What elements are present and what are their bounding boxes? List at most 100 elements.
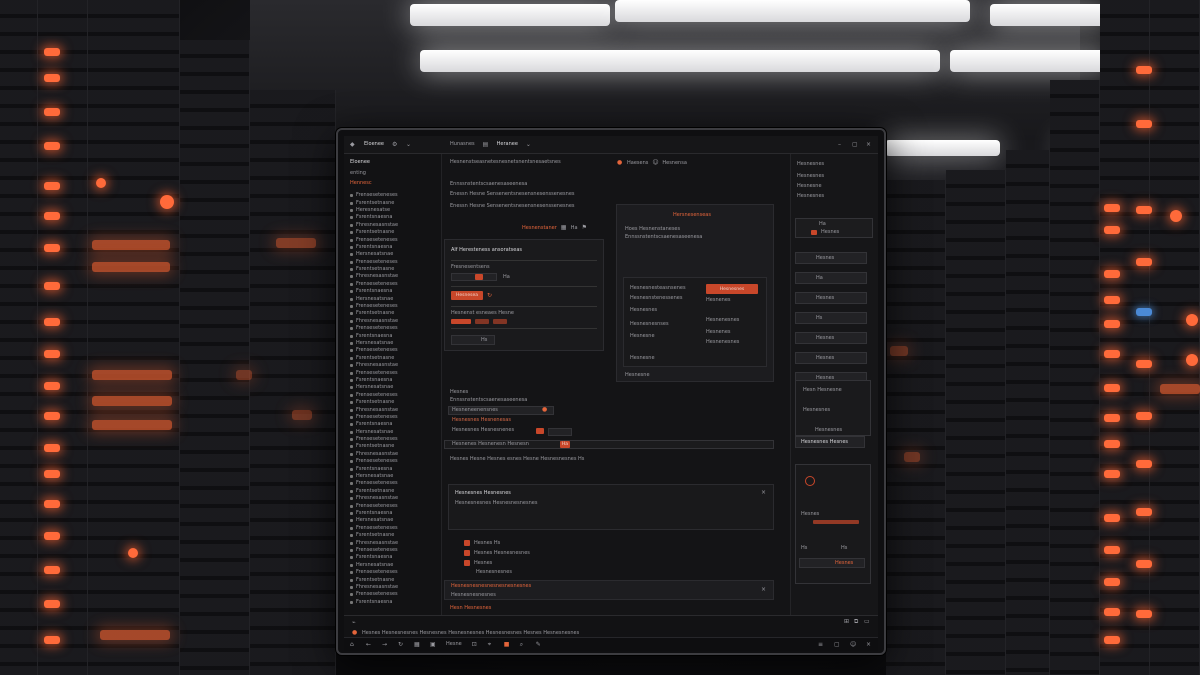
sidebar-item[interactable]: Frenseseteneses [350, 392, 435, 399]
footer-link[interactable]: Hesn Hesnesnes [450, 606, 491, 611]
sidebar-item[interactable]: Fsrentsnaesna [350, 332, 435, 339]
sidebar-item[interactable]: Hersnesatsnae [350, 562, 435, 569]
sidebar-section[interactable]: Hennesc [350, 181, 435, 186]
window-icon[interactable]: ▢ [834, 641, 840, 648]
right-item[interactable]: Hesnes [795, 252, 867, 264]
sidebar-item[interactable]: Fhresnesasnstae [350, 362, 435, 369]
sidebar-item[interactable]: Fsrentsnaesna [350, 214, 435, 221]
forward-icon[interactable]: → [382, 641, 388, 648]
sidebar-item[interactable]: Hersnesatsnae [350, 251, 435, 258]
sidebar-item[interactable]: Fsrentsetnasne [350, 229, 435, 236]
sidebar-item[interactable]: Fsrentsetnasne [350, 266, 435, 273]
sidebar-item[interactable]: Frenseseteneses [350, 236, 435, 243]
terminal-icon[interactable]: ⌁ [352, 620, 358, 626]
detail-cta-button[interactable]: Hesnesnes [706, 284, 758, 294]
sidebar-item[interactable]: Hersnesatsnae [350, 429, 435, 436]
sidebar-item[interactable]: Heresnesatse [350, 207, 435, 214]
grid-icon[interactable]: ▦ [414, 641, 420, 648]
list-action-button[interactable] [536, 428, 544, 434]
tag[interactable] [493, 319, 507, 324]
header-action[interactable]: Haesens [627, 160, 648, 166]
sidebar-item[interactable]: Fhresnesasnstae [350, 273, 435, 280]
sidebar-item[interactable]: Frenseseteneses [350, 414, 435, 421]
field-toggle[interactable] [475, 274, 483, 280]
sidebar-item[interactable]: Fsrentsetnasne [350, 443, 435, 450]
right-item[interactable]: Ha [795, 272, 867, 284]
sidebar-item[interactable]: Frenseseteneses [350, 303, 435, 310]
menu-icon[interactable]: ≡ [818, 641, 824, 648]
sidebar-item[interactable]: Fhresnesasnstae [350, 539, 435, 546]
grid-icon[interactable]: ▦ [561, 225, 567, 231]
sidebar-item[interactable]: Fsrentsnaesna [350, 421, 435, 428]
refresh-icon[interactable]: ↻ [487, 293, 493, 299]
right-item[interactable]: Hesnes [795, 352, 867, 364]
user-icon[interactable]: ☺ [652, 160, 658, 166]
right-item[interactable]: Hesnes [795, 332, 867, 344]
tab-active[interactable]: Heranee [497, 142, 518, 147]
sidebar-item[interactable]: Fsrentsnaesna [350, 288, 435, 295]
chevron-down-icon[interactable]: ⌄ [406, 141, 412, 148]
sidebar-item[interactable]: Hersnesatsnae [350, 517, 435, 524]
sidebar-item[interactable]: Hersnesatsnae [350, 384, 435, 391]
sidebar-item[interactable]: Fhresnesasnstae [350, 451, 435, 458]
sidebar-item[interactable]: Frenseseteneses [350, 480, 435, 487]
breadcrumb[interactable]: Hunasnes [450, 142, 475, 147]
sidebar-item[interactable]: Fhresnesasnstae [350, 406, 435, 413]
tag[interactable] [451, 319, 471, 324]
sidebar-item[interactable]: Frenseseteneses [350, 192, 435, 199]
primary-button[interactable]: Hesnesea [451, 291, 483, 300]
sidebar-item[interactable]: Hersnesatsnae [350, 295, 435, 302]
sidebar-item[interactable]: Hersnesatsnae [350, 340, 435, 347]
sidebar-item[interactable]: Frenseseteneses [350, 547, 435, 554]
sidebar-item[interactable]: Fsrentsnaesna [350, 465, 435, 472]
sidebar-item[interactable]: Fsrentsetnasne [350, 399, 435, 406]
sidebar-item[interactable]: Hersnesatsnae [350, 473, 435, 480]
lock-icon[interactable]: ⊡ [472, 641, 478, 648]
sidebar-item[interactable]: Frenseseteneses [350, 502, 435, 509]
field-input[interactable] [451, 273, 497, 281]
sidebar-item[interactable]: Fsrentsetnasne [350, 355, 435, 362]
sidebar-item[interactable]: Frenseseteneses [350, 259, 435, 266]
pen-icon[interactable]: ✎ [536, 641, 542, 648]
toolbar-badge[interactable]: Ha [560, 441, 570, 448]
sidebar-item[interactable]: Fhresnesasnstae [350, 584, 435, 591]
right-item[interactable]: Hs [795, 312, 867, 324]
split-icon[interactable]: ⊞ [844, 619, 850, 625]
flag-icon[interactable]: ⚑ [582, 225, 588, 231]
sidebar-item[interactable]: Frenseseteneses [350, 436, 435, 443]
close-icon[interactable]: × [761, 587, 767, 593]
sidebar-item[interactable]: Fsrentsetnasne [350, 488, 435, 495]
record-icon[interactable]: ● [617, 160, 623, 166]
sidebar-item[interactable]: Fsrentsetnasne [350, 199, 435, 206]
tag[interactable] [475, 319, 489, 324]
right-item[interactable]: Hesnes [795, 292, 867, 304]
settings-icon[interactable]: ⚙ [392, 141, 398, 148]
sidebar-item[interactable]: Fsrentsetnasne [350, 576, 435, 583]
sidebar-item[interactable]: Frenseseteneses [350, 591, 435, 598]
sidebar-item[interactable]: Frenseseteneses [350, 325, 435, 332]
sidebar-item[interactable]: Fsrentsetnasne [350, 532, 435, 539]
sidebar-item[interactable]: Frenseseteneses [350, 347, 435, 354]
sidebar-item[interactable]: Fsrentsnaesna [350, 510, 435, 517]
back-icon[interactable]: ← [366, 641, 372, 648]
sidebar-item[interactable]: Frenseseteneses [350, 525, 435, 532]
sidebar-item[interactable]: Fhresnesasnstae [350, 222, 435, 229]
sidebar-item[interactable]: Frenseseteneses [350, 569, 435, 576]
sidebar-item[interactable]: Fhresnesasnstae [350, 318, 435, 325]
zoom-level[interactable]: Ha [571, 225, 578, 231]
right-bottom-button[interactable] [799, 558, 865, 568]
search-icon[interactable]: ⌕ [520, 641, 526, 648]
copy-icon[interactable]: ⧉ [854, 619, 860, 625]
reload-icon[interactable]: ↻ [398, 641, 404, 648]
minimize-icon[interactable]: – [838, 141, 844, 148]
home-icon[interactable]: ⌂ [350, 641, 356, 648]
close-icon[interactable]: × [866, 641, 872, 648]
pin-icon[interactable]: ⌖ [488, 641, 494, 648]
close-icon[interactable]: × [761, 490, 767, 496]
sidebar-item[interactable]: Fsrentsnaesna [350, 598, 435, 605]
sidebar-item[interactable]: Fsrentsetnasne [350, 310, 435, 317]
sidebar-item[interactable]: Fsrentsnaesna [350, 377, 435, 384]
alert-icon[interactable]: ● [542, 407, 548, 413]
sidebar-item[interactable]: Fsrentsnaesna [350, 244, 435, 251]
taskbar-tab[interactable]: Hesne [446, 642, 462, 647]
